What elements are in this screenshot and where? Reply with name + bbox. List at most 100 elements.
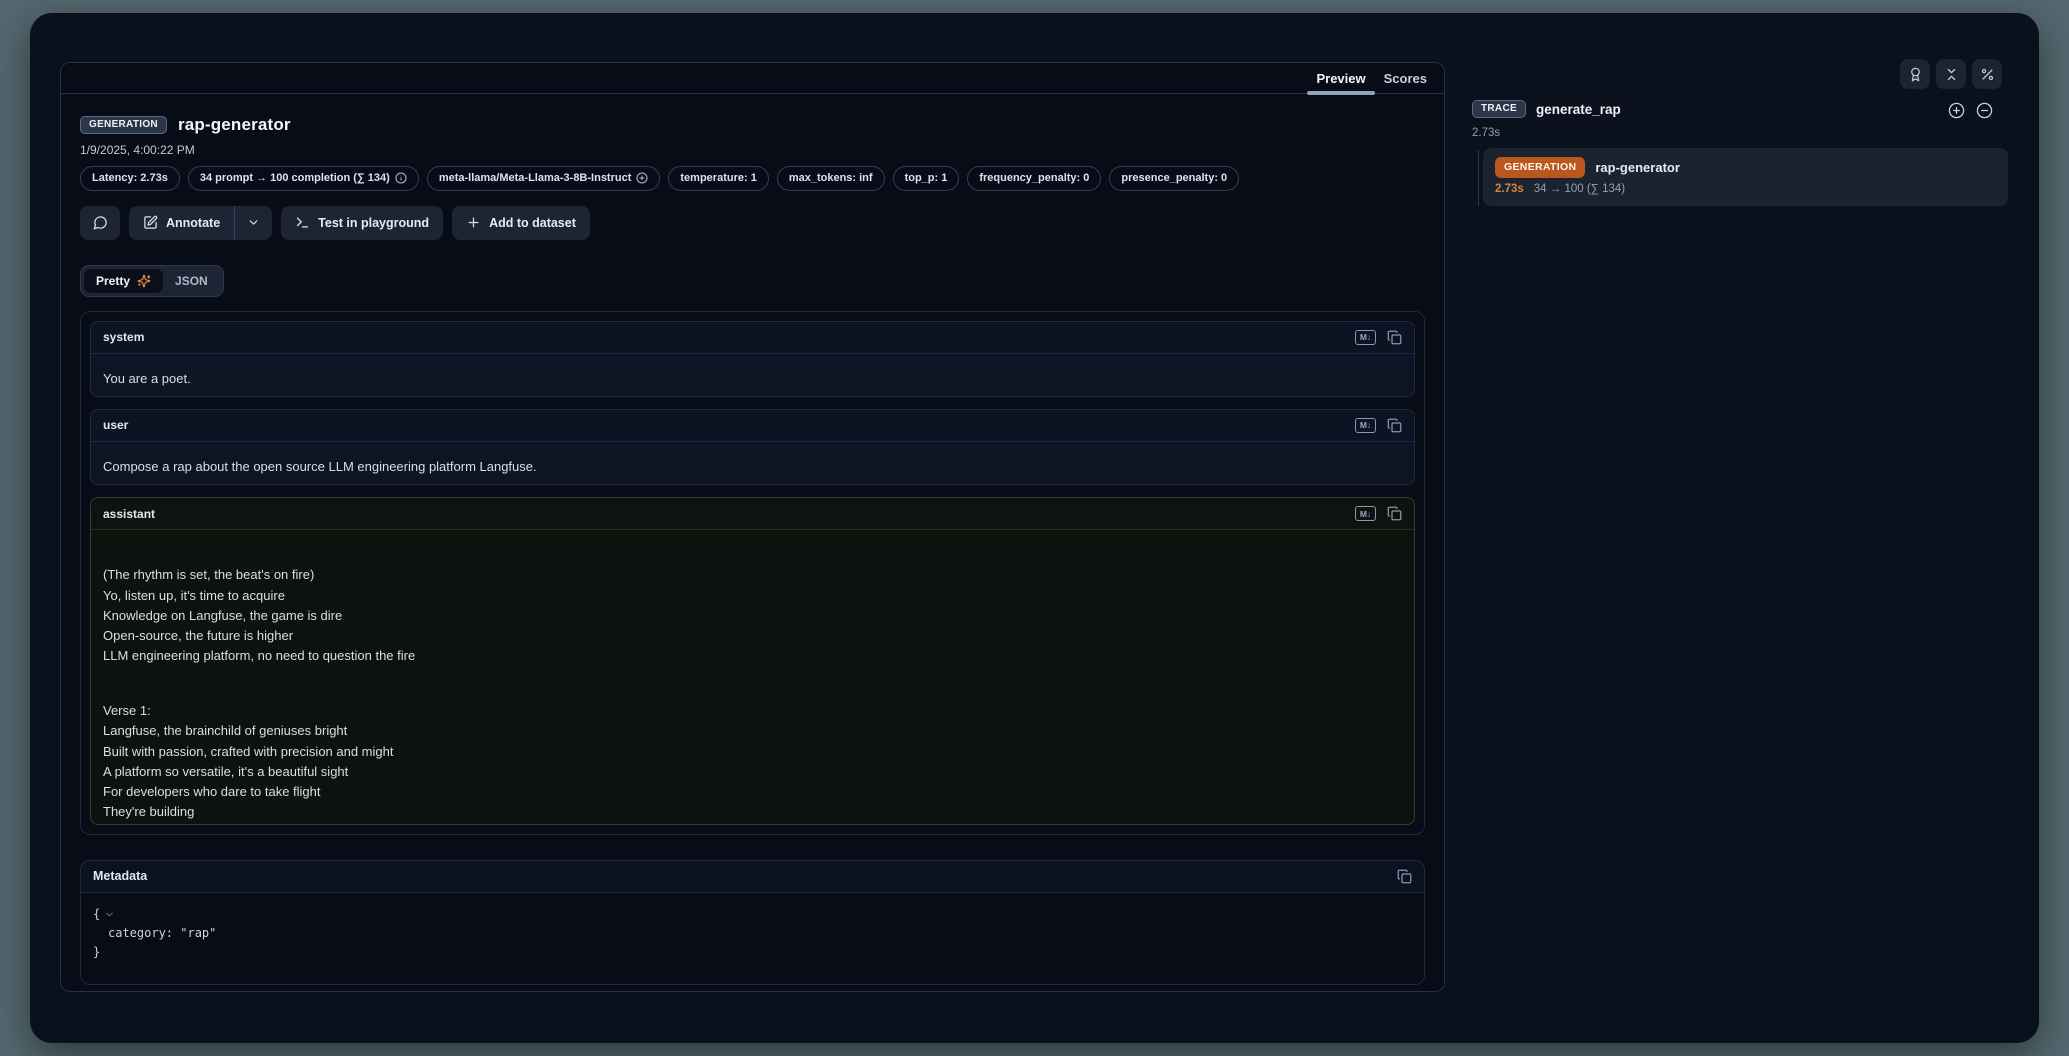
observation-title: rap-generator [178, 115, 291, 135]
annotation-queue-button[interactable] [1900, 59, 1930, 89]
observation-detail-panel: Preview Scores GENERATION rap-generator … [60, 62, 1445, 992]
pretty-view-label: Pretty [96, 274, 130, 288]
token-usage-label: 34 prompt → 100 completion (∑ 134) [200, 170, 390, 187]
chat-bubble-icon [93, 215, 108, 230]
pretty-view-button[interactable]: Pretty [84, 269, 163, 293]
observation-tree-item-metrics: 2.73s 34 → 100 (∑ 134) [1495, 183, 1996, 195]
annotate-split-button: Annotate [129, 206, 272, 240]
plus-icon [466, 215, 481, 230]
presence-penalty-badge-label: presence_penalty: 0 [1121, 170, 1227, 187]
message-actions: M↓ [1355, 330, 1402, 345]
zoom-in-icon[interactable] [1948, 102, 1965, 119]
add-to-dataset-button[interactable]: Add to dataset [452, 206, 590, 240]
annotate-dropdown-button[interactable] [235, 206, 272, 240]
active-tab-indicator [1307, 91, 1374, 95]
markdown-toggle-icon[interactable]: M↓ [1355, 330, 1376, 345]
model-badge[interactable]: meta-llama/Meta-Llama-3-8B-Instruct [427, 166, 661, 191]
copy-icon[interactable] [1387, 418, 1402, 433]
metadata-card: Metadata { category: "rap" } [80, 860, 1425, 985]
tab-scores[interactable]: Scores [1375, 63, 1436, 93]
annotate-button-label: Annotate [166, 216, 220, 230]
assistant-paragraph-1: (The rhythm is set, the beat's on fire) … [103, 565, 1402, 666]
message-card-system: system M↓ You are a poet. [90, 321, 1415, 397]
message-actions: M↓ [1355, 506, 1402, 521]
test-in-playground-label: Test in playground [318, 216, 429, 230]
title-row: GENERATION rap-generator [80, 115, 1425, 135]
message-card-user: user M↓ Compose a rap about the open sou… [90, 409, 1415, 485]
token-usage-badge[interactable]: 34 prompt → 100 completion (∑ 134) [188, 166, 419, 191]
message-header: assistant M↓ [91, 498, 1414, 530]
message-card-assistant: assistant M↓ (The rhythm is set, the bea… [90, 497, 1415, 824]
max-tokens-badge: max_tokens: inf [777, 166, 885, 191]
message-content: (The rhythm is set, the beat's on fire) … [91, 530, 1414, 824]
messages-container: system M↓ You are a poet. [80, 311, 1425, 835]
generation-type-badge: GENERATION [1495, 157, 1585, 178]
json-open-brace: { [93, 905, 100, 924]
markdown-toggle-icon[interactable]: M↓ [1355, 506, 1376, 521]
metadata-title: Metadata [93, 869, 147, 883]
message-content: Compose a rap about the open source LLM … [91, 442, 1414, 485]
json-view-button[interactable]: JSON [163, 269, 220, 293]
tab-scores-label: Scores [1384, 71, 1427, 86]
json-open-brace-line: { [93, 905, 1412, 924]
observation-tree-item[interactable]: GENERATION rap-generator 2.73s 34 → 100 … [1483, 148, 2008, 206]
copy-icon[interactable] [1387, 330, 1402, 345]
copy-icon[interactable] [1387, 506, 1402, 521]
zoom-out-icon[interactable] [1976, 102, 1993, 119]
action-buttons-row: Annotate Test in playground Add to datas… [80, 206, 1425, 240]
top-p-badge-label: top_p: 1 [905, 170, 948, 187]
chevrons-down-up-icon [1944, 67, 1959, 82]
collapse-chevron-icon[interactable] [104, 909, 115, 920]
trace-type-badge: TRACE [1472, 100, 1526, 118]
metadata-header: Metadata [81, 861, 1424, 893]
observation-tree-item-header: GENERATION rap-generator [1495, 157, 1996, 178]
award-icon [1908, 67, 1923, 82]
toggle-metrics-button[interactable] [1972, 59, 2002, 89]
trace-tree-root[interactable]: TRACE generate_rap [1472, 100, 1621, 118]
assistant-paragraph-2: Verse 1: Langfuse, the brainchild of gen… [103, 701, 1402, 822]
pen-square-icon [143, 215, 158, 230]
model-badge-label: meta-llama/Meta-Llama-3-8B-Instruct [439, 170, 632, 187]
metadata-json: { category: "rap" } [81, 893, 1424, 975]
sparkles-icon [137, 274, 151, 288]
view-mode-toggle: Pretty JSON [80, 265, 224, 297]
info-icon [395, 172, 407, 184]
collapse-all-button[interactable] [1936, 59, 1966, 89]
json-view-label: JSON [175, 274, 208, 288]
message-content: You are a poet. [91, 354, 1414, 397]
top-p-badge: top_p: 1 [893, 166, 960, 191]
tree-zoom-controls [1948, 102, 1993, 119]
message-role-label: assistant [103, 507, 155, 521]
trace-name: generate_rap [1536, 102, 1621, 117]
observation-tree-item-name: rap-generator [1595, 160, 1680, 175]
frequency-penalty-badge-label: frequency_penalty: 0 [979, 170, 1089, 187]
desktop-background: Preview Scores GENERATION rap-generator … [0, 0, 2069, 1056]
chevron-down-icon [247, 216, 260, 229]
temperature-badge-label: temperature: 1 [680, 170, 756, 187]
tab-preview-label: Preview [1316, 71, 1365, 86]
comments-button[interactable] [80, 206, 120, 240]
add-to-dataset-label: Add to dataset [489, 216, 576, 230]
observation-timestamp: 1/9/2025, 4:00:22 PM [80, 143, 1425, 157]
plus-circle-icon [636, 172, 648, 184]
app-window: Preview Scores GENERATION rap-generator … [30, 13, 2039, 1043]
observation-latency: 2.73s [1495, 183, 1524, 195]
max-tokens-badge-label: max_tokens: inf [789, 170, 873, 187]
latency-badge: Latency: 2.73s [80, 166, 180, 191]
tree-indent-line [1478, 150, 1479, 206]
annotate-button[interactable]: Annotate [129, 206, 235, 240]
json-close-brace-line: } [93, 943, 1412, 962]
terminal-icon [295, 215, 310, 230]
test-in-playground-button[interactable]: Test in playground [281, 206, 443, 240]
message-header: user M↓ [91, 410, 1414, 442]
frequency-penalty-badge: frequency_penalty: 0 [967, 166, 1101, 191]
trace-latency: 2.73s [1472, 127, 1500, 139]
presence-penalty-badge: presence_penalty: 0 [1109, 166, 1239, 191]
observation-type-badge: GENERATION [80, 116, 167, 134]
copy-icon[interactable] [1397, 869, 1412, 884]
message-role-label: user [103, 418, 128, 432]
markdown-toggle-icon[interactable]: M↓ [1355, 418, 1376, 433]
tab-preview[interactable]: Preview [1307, 63, 1374, 93]
latency-badge-label: Latency: 2.73s [92, 170, 168, 187]
parameter-badges-row: Latency: 2.73s 34 prompt → 100 completio… [80, 166, 1425, 191]
